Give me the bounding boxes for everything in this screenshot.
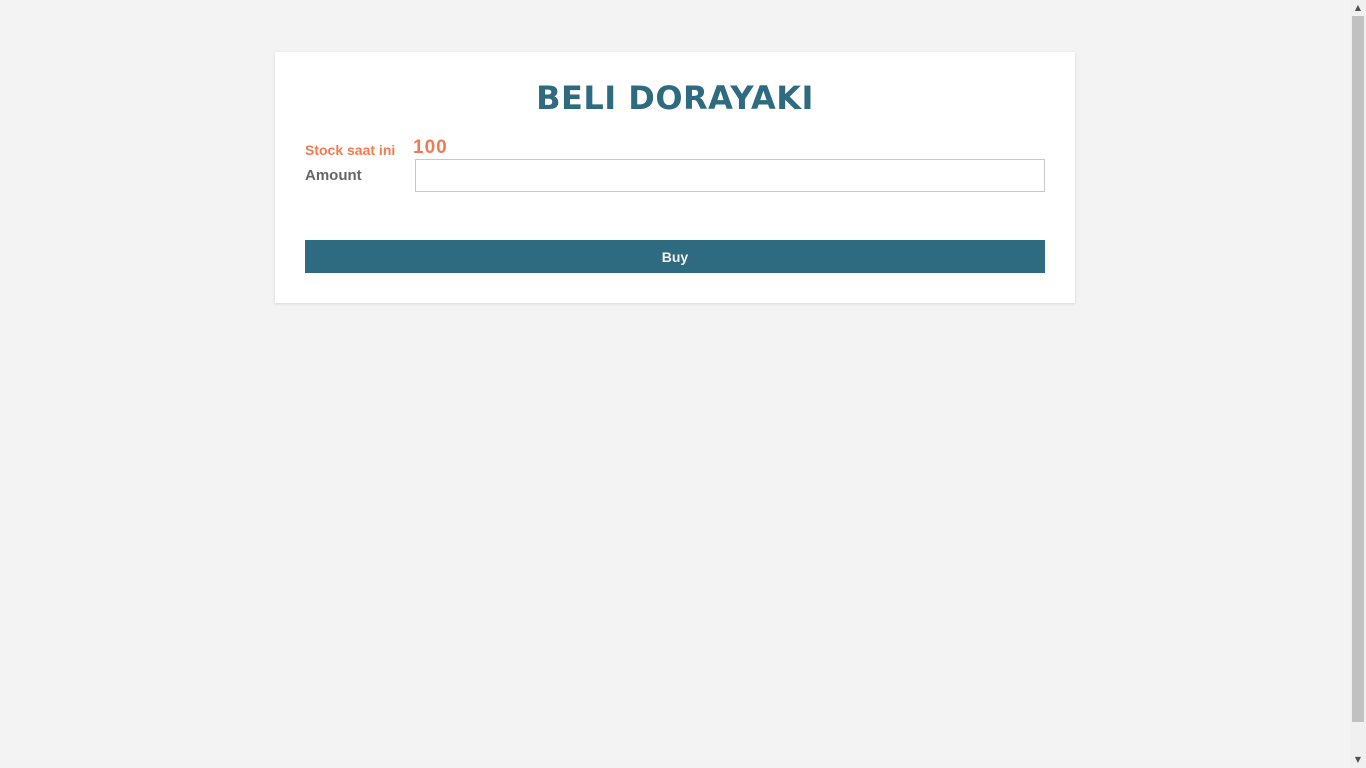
page: BELI DORAYAKI Stock saat ini 100 Amount … [0, 0, 1366, 768]
scroll-down-arrow-icon[interactable]: ▼ [1350, 752, 1366, 768]
purchase-card: BELI DORAYAKI Stock saat ini 100 Amount … [275, 52, 1075, 303]
stock-value: 100 [413, 137, 448, 158]
amount-input[interactable] [415, 159, 1045, 192]
scroll-thumb[interactable] [1352, 16, 1364, 722]
page-title: BELI DORAYAKI [536, 79, 814, 117]
amount-label: Amount [305, 167, 362, 184]
scroll-up-arrow-icon[interactable]: ▲ [1350, 0, 1366, 16]
stock-label: Stock saat ini [305, 142, 396, 158]
buy-button[interactable]: Buy [305, 240, 1045, 273]
vertical-scrollbar[interactable]: ▲ ▼ [1350, 0, 1366, 768]
